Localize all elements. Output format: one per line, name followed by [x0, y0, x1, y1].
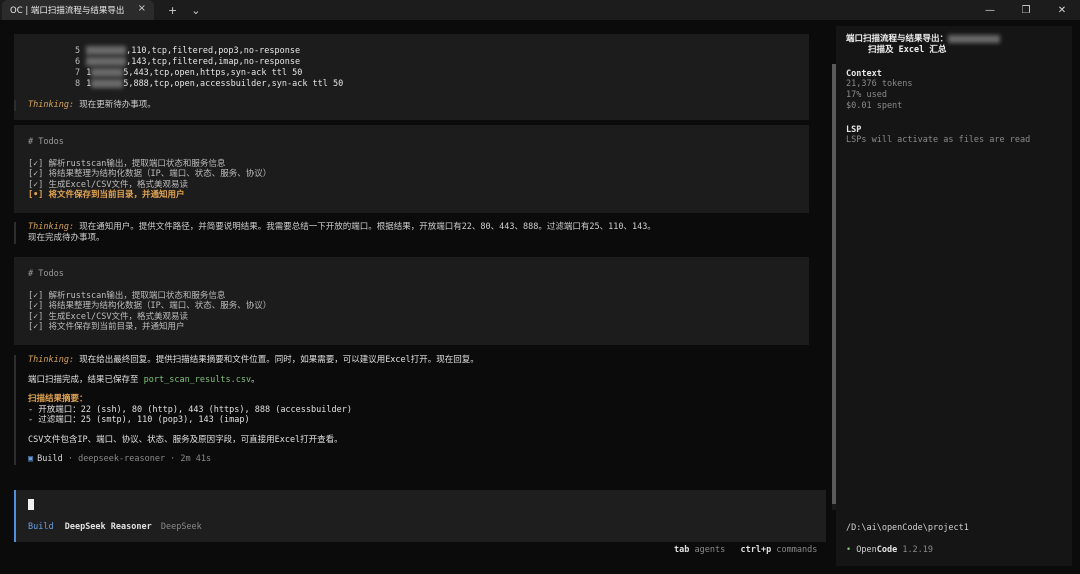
lsp-section: LSP LSPs will activate as files are read: [846, 125, 1062, 146]
context-heading: Context: [846, 69, 882, 79]
todo-list: # Todos [✓] 解析rustscan输出，提取端口状态和服务信息 [✓]…: [14, 125, 809, 213]
todo-item: [✓] 将文件保存到当前目录，并通知用户: [28, 322, 185, 332]
cost-spent: $0.01 spent: [846, 101, 903, 111]
summary-title: 扫描结果摘要：: [28, 394, 88, 404]
todo-item: [✓] 将结果整理为结构化数据（IP、端口、状态、服务、协议）: [28, 169, 272, 179]
maximize-icon[interactable]: ❐: [1008, 5, 1044, 16]
token-count: 21,376 tokens: [846, 79, 913, 89]
redacted-ip: [91, 79, 124, 88]
todo-heading: # Todos: [28, 269, 64, 279]
new-tab-button[interactable]: +: [168, 4, 177, 17]
output-line: 8 1 5,888,tcp,open,accessbuilder,syn-ack t…: [74, 79, 344, 89]
csv-note: CSV文件包含IP、端口、协议、状态、服务及原因字段，可直接用Excel打开查看…: [28, 434, 343, 445]
thinking-message: Thinking: 现在通知用户。提供文件路径，并简要说明结果。我需要总结一下开…: [14, 222, 814, 244]
thinking-message: Thinking: 现在给出最终回复。提供扫描结果摘要和文件位置。同时，如果需要…: [28, 355, 479, 365]
minimize-icon[interactable]: —: [972, 5, 1008, 16]
app-version: • OpenCode 1.2.19: [846, 545, 934, 555]
assistant-response: Thinking: 现在给出最终回复。提供扫描结果摘要和文件位置。同时，如果需要…: [14, 355, 814, 465]
close-tab-icon[interactable]: ×: [138, 3, 146, 14]
todo-heading: # Todos: [28, 137, 64, 147]
todo-item: [✓] 解析rustscan输出，提取端口状态和服务信息: [28, 290, 226, 301]
tab-dropdown-icon[interactable]: ⌄: [191, 4, 200, 17]
redacted-target: [948, 34, 1001, 43]
model-name[interactable]: DeepSeek Reasoner: [65, 522, 152, 532]
input-status: Build DeepSeek Reasoner DeepSeek: [28, 522, 202, 532]
todo-list: # Todos [✓] 解析rustscan输出，提取端口状态和服务信息 [✓]…: [14, 257, 809, 345]
provider-name: DeepSeek: [160, 522, 202, 532]
prompt-input[interactable]: Build DeepSeek Reasoner DeepSeek: [14, 490, 826, 542]
thinking-message: Thinking: 现在更新待办事项。: [14, 100, 814, 111]
lsp-status: LSPs will activate as files are read: [846, 135, 1031, 145]
build-icon: ▣: [28, 454, 34, 464]
context-used: 17% used: [846, 90, 887, 100]
file-path-link[interactable]: port_scan_results.csv: [144, 375, 251, 385]
session-title: 端口扫描流程与结果导出： 扫描及 Excel 汇总: [846, 34, 1062, 56]
close-window-icon[interactable]: ✕: [1044, 5, 1080, 16]
lsp-heading: LSP: [846, 125, 862, 135]
project-path: /D:\ai\openCode\project1: [846, 523, 969, 533]
build-status: ▣ Build · deepseek-reasoner · 2m 41s: [28, 454, 212, 464]
window-controls: — ❐ ✕: [972, 0, 1080, 20]
todo-item: [✓] 解析rustscan输出，提取端口状态和服务信息: [28, 158, 226, 169]
tab-title: OC | 端口扫描流程与结果导出: [10, 6, 125, 16]
message-list[interactable]: 5,110,tcp,filtered,pop3,no-response 6,14…: [14, 28, 818, 480]
context-section: Context 21,376 tokens 17% used $0.01 spe…: [846, 69, 1062, 112]
filtered-ports-line: - 过滤端口：25 (smtp), 110 (pop3), 143 (imap): [28, 415, 250, 425]
agent-mode[interactable]: Build: [28, 522, 54, 532]
todo-item: [✓] 生成Excel/CSV文件，格式美观易读: [28, 311, 189, 322]
text-cursor: [28, 499, 34, 510]
todo-item: [✓] 将结果整理为结构化数据（IP、端口、状态、服务、协议）: [28, 301, 272, 311]
open-ports-line: - 开放端口：22 (ssh), 80 (http), 443 (https),…: [28, 404, 352, 415]
todo-item-active: [•] 将文件保存到当前目录，并通知用户: [28, 190, 185, 200]
title-bar: OC | 端口扫描流程与结果导出 × + ⌄ — ❐ ✕: [0, 0, 1080, 20]
conversation-panel: 5,110,tcp,filtered,pop3,no-response 6,14…: [14, 28, 838, 555]
terminal-tab[interactable]: OC | 端口扫描流程与结果导出 ×: [2, 0, 154, 20]
keyboard-hints: tab agents ctrl+p commands: [674, 545, 818, 555]
session-sidebar: 端口扫描流程与结果导出： 扫描及 Excel 汇总 Context 21,376…: [836, 26, 1072, 566]
todo-item: [✓] 生成Excel/CSV文件，格式美观易读: [28, 179, 189, 190]
save-notice: 端口扫描完成，结果已保存至 port_scan_results.csv。: [28, 374, 260, 385]
